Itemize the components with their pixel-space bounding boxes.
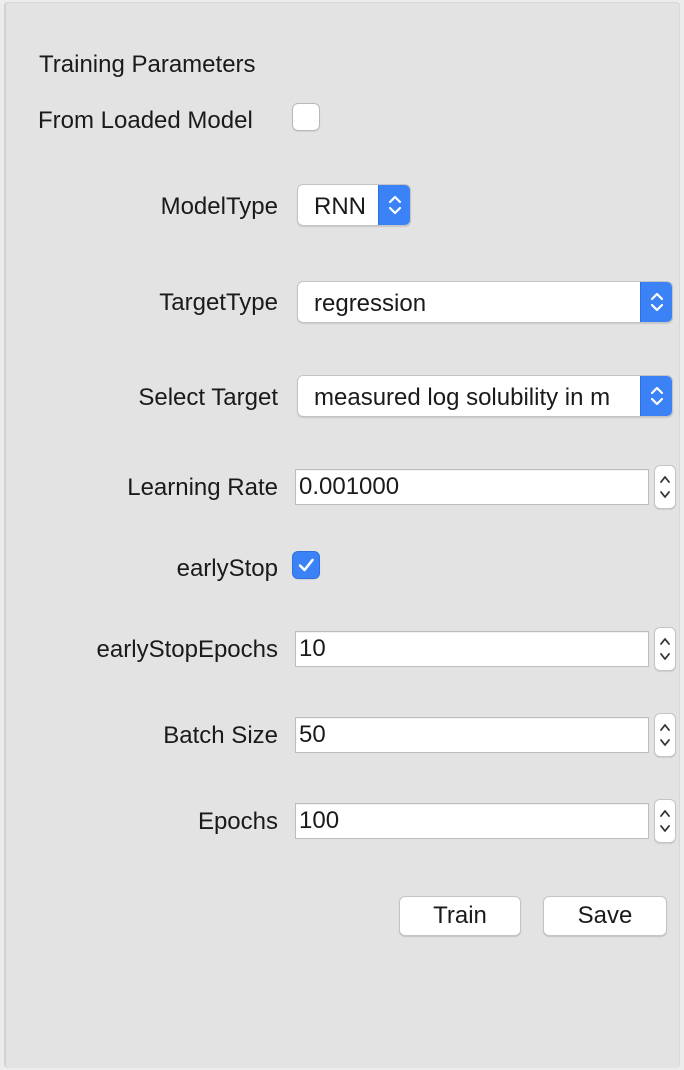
target-type-label: TargetType: [159, 289, 278, 316]
save-button[interactable]: Save: [543, 896, 667, 936]
batch-size-value: 50: [299, 721, 326, 748]
chevron-up-down-icon: [640, 376, 672, 416]
batch-size-stepper[interactable]: [654, 713, 676, 757]
from-loaded-model-label: From Loaded Model: [38, 107, 253, 134]
stepper-arrows-icon: [660, 724, 670, 746]
model-type-value: RNN: [314, 193, 366, 220]
chevron-up-down-icon: [640, 282, 672, 322]
select-target-value: measured log solubility in m: [314, 384, 611, 411]
early-stop-epochs-stepper[interactable]: [654, 627, 676, 671]
epochs-field[interactable]: 100: [295, 803, 649, 839]
early-stop-epochs-value: 10: [299, 635, 326, 662]
checkmark-icon: [298, 558, 314, 572]
target-type-select[interactable]: regression: [297, 281, 673, 323]
learning-rate-field[interactable]: 0.001000: [295, 469, 649, 505]
learning-rate-value: 0.001000: [299, 473, 400, 500]
stepper-arrows-icon: [660, 476, 670, 498]
early-stop-epochs-label: earlyStopEpochs: [96, 636, 278, 663]
model-type-label: ModelType: [160, 193, 278, 220]
model-type-select[interactable]: RNN: [297, 184, 411, 226]
target-type-value: regression: [314, 290, 427, 317]
stepper-arrows-icon: [660, 638, 670, 660]
epochs-value: 100: [299, 807, 340, 834]
batch-size-field[interactable]: 50: [295, 717, 649, 753]
stepper-arrows-icon: [660, 810, 670, 832]
early-stop-epochs-field[interactable]: 10: [295, 631, 649, 667]
from-loaded-model-checkbox[interactable]: [292, 103, 320, 131]
epochs-stepper[interactable]: [654, 799, 676, 843]
learning-rate-label: Learning Rate: [127, 474, 278, 501]
train-button[interactable]: Train: [399, 896, 521, 936]
learning-rate-stepper[interactable]: [654, 465, 676, 509]
early-stop-checkbox[interactable]: [292, 551, 320, 579]
select-target-label: Select Target: [138, 384, 278, 411]
chevron-up-down-icon: [378, 185, 410, 225]
select-target-select[interactable]: measured log solubility in m: [297, 375, 673, 417]
section-title: Training Parameters: [39, 51, 256, 78]
training-parameters-panel: Training Parameters From Loaded Model Mo…: [4, 2, 680, 1068]
epochs-label: Epochs: [197, 808, 278, 835]
early-stop-label: earlyStop: [176, 555, 278, 582]
batch-size-label: Batch Size: [163, 722, 278, 749]
